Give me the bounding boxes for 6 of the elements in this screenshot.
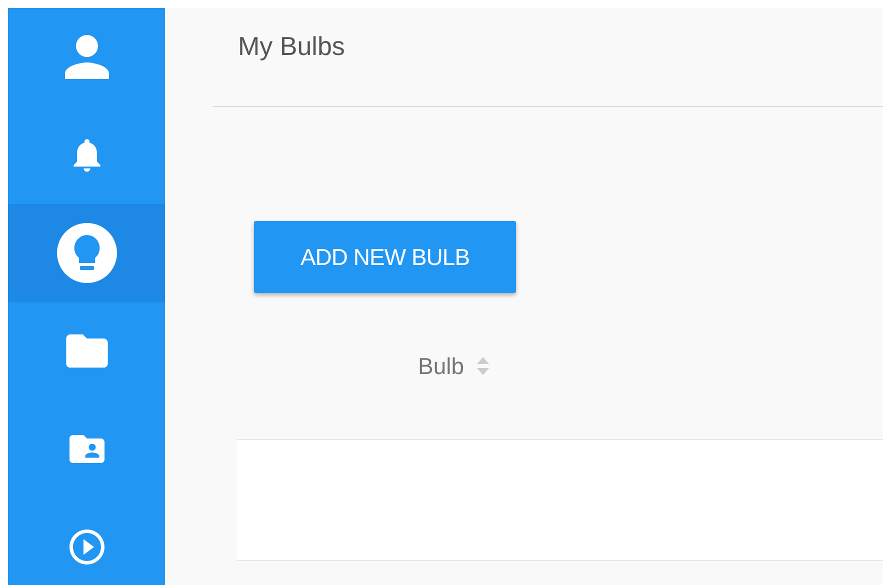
column-label: Bulb (418, 352, 464, 380)
page-title: My Bulbs (238, 31, 345, 62)
lightbulb-icon (56, 222, 118, 284)
sidebar-item[interactable] (8, 204, 165, 302)
column-header[interactable]: Bulb (418, 352, 490, 380)
add-bulb-button[interactable]: ADD NEW BULB (254, 221, 516, 293)
